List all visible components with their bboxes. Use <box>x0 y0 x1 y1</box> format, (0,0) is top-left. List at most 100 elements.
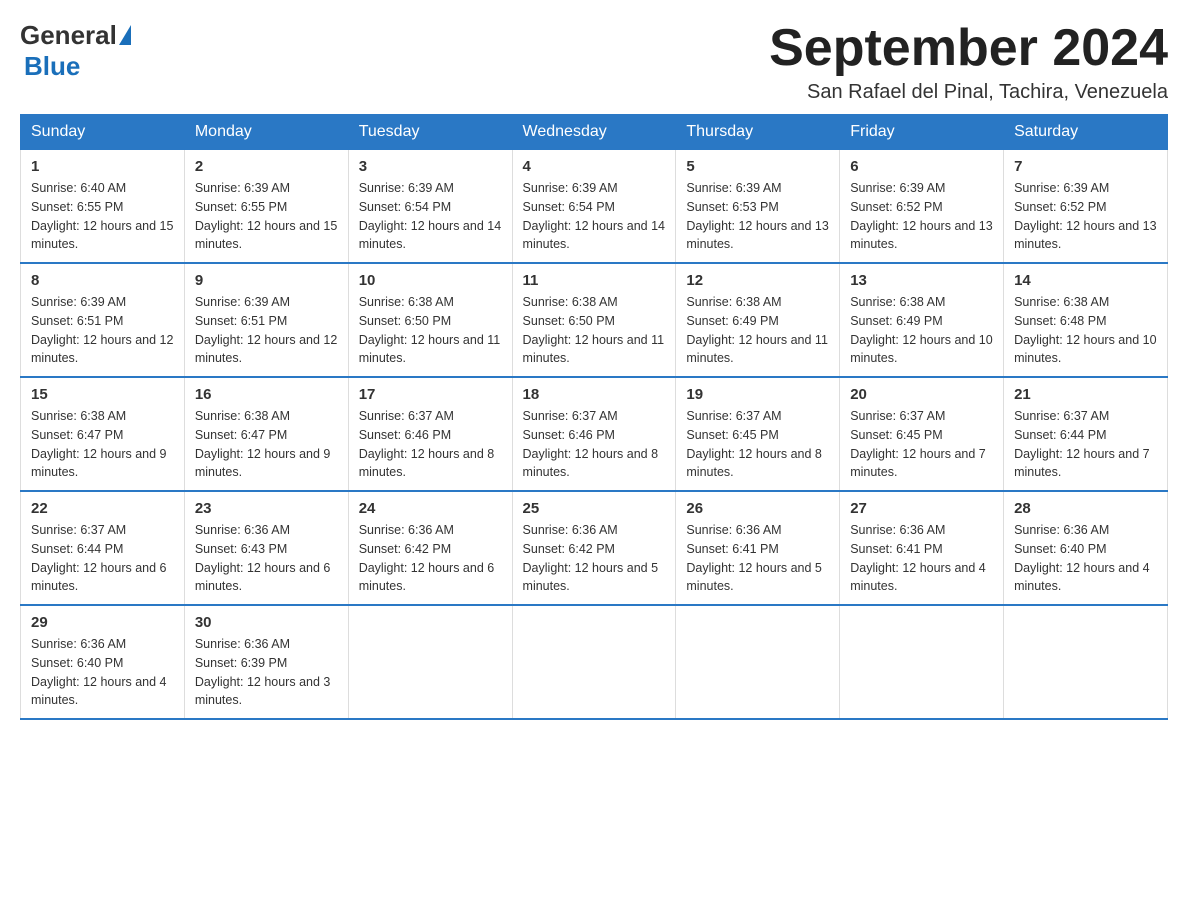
day-info: Sunrise: 6:39 AM Sunset: 6:54 PM Dayligh… <box>523 179 666 254</box>
day-info: Sunrise: 6:38 AM Sunset: 6:49 PM Dayligh… <box>850 293 993 368</box>
day-number: 7 <box>1014 158 1157 175</box>
logo-general: General <box>20 20 117 51</box>
table-row: 5 Sunrise: 6:39 AM Sunset: 6:53 PM Dayli… <box>676 150 840 264</box>
table-row: 18 Sunrise: 6:37 AM Sunset: 6:46 PM Dayl… <box>512 377 676 491</box>
header-wednesday: Wednesday <box>512 115 676 150</box>
day-info: Sunrise: 6:39 AM Sunset: 6:55 PM Dayligh… <box>195 179 338 254</box>
table-row: 13 Sunrise: 6:38 AM Sunset: 6:49 PM Dayl… <box>840 263 1004 377</box>
table-row <box>676 605 840 719</box>
day-info: Sunrise: 6:36 AM Sunset: 6:40 PM Dayligh… <box>31 635 174 710</box>
table-row: 2 Sunrise: 6:39 AM Sunset: 6:55 PM Dayli… <box>184 150 348 264</box>
table-row: 30 Sunrise: 6:36 AM Sunset: 6:39 PM Dayl… <box>184 605 348 719</box>
day-number: 28 <box>1014 500 1157 517</box>
table-row: 24 Sunrise: 6:36 AM Sunset: 6:42 PM Dayl… <box>348 491 512 605</box>
day-info: Sunrise: 6:36 AM Sunset: 6:41 PM Dayligh… <box>850 521 993 596</box>
day-number: 8 <box>31 272 174 289</box>
calendar-week-row: 29 Sunrise: 6:36 AM Sunset: 6:40 PM Dayl… <box>21 605 1168 719</box>
day-number: 16 <box>195 386 338 403</box>
header-friday: Friday <box>840 115 1004 150</box>
calendar-table: Sunday Monday Tuesday Wednesday Thursday… <box>20 114 1168 720</box>
day-number: 27 <box>850 500 993 517</box>
day-info: Sunrise: 6:39 AM Sunset: 6:53 PM Dayligh… <box>686 179 829 254</box>
day-info: Sunrise: 6:37 AM Sunset: 6:45 PM Dayligh… <box>850 407 993 482</box>
day-number: 25 <box>523 500 666 517</box>
header-sunday: Sunday <box>21 115 185 150</box>
day-number: 26 <box>686 500 829 517</box>
calendar-week-row: 22 Sunrise: 6:37 AM Sunset: 6:44 PM Dayl… <box>21 491 1168 605</box>
calendar-week-row: 15 Sunrise: 6:38 AM Sunset: 6:47 PM Dayl… <box>21 377 1168 491</box>
table-row: 4 Sunrise: 6:39 AM Sunset: 6:54 PM Dayli… <box>512 150 676 264</box>
table-row: 23 Sunrise: 6:36 AM Sunset: 6:43 PM Dayl… <box>184 491 348 605</box>
table-row: 15 Sunrise: 6:38 AM Sunset: 6:47 PM Dayl… <box>21 377 185 491</box>
table-row <box>1004 605 1168 719</box>
table-row <box>840 605 1004 719</box>
day-number: 11 <box>523 272 666 289</box>
day-number: 6 <box>850 158 993 175</box>
day-number: 23 <box>195 500 338 517</box>
day-info: Sunrise: 6:38 AM Sunset: 6:47 PM Dayligh… <box>195 407 338 482</box>
day-info: Sunrise: 6:38 AM Sunset: 6:49 PM Dayligh… <box>686 293 829 368</box>
table-row: 29 Sunrise: 6:36 AM Sunset: 6:40 PM Dayl… <box>21 605 185 719</box>
table-row: 9 Sunrise: 6:39 AM Sunset: 6:51 PM Dayli… <box>184 263 348 377</box>
day-info: Sunrise: 6:38 AM Sunset: 6:50 PM Dayligh… <box>523 293 666 368</box>
day-number: 2 <box>195 158 338 175</box>
day-info: Sunrise: 6:37 AM Sunset: 6:45 PM Dayligh… <box>686 407 829 482</box>
table-row: 6 Sunrise: 6:39 AM Sunset: 6:52 PM Dayli… <box>840 150 1004 264</box>
header-tuesday: Tuesday <box>348 115 512 150</box>
day-info: Sunrise: 6:36 AM Sunset: 6:43 PM Dayligh… <box>195 521 338 596</box>
day-info: Sunrise: 6:38 AM Sunset: 6:48 PM Dayligh… <box>1014 293 1157 368</box>
day-info: Sunrise: 6:40 AM Sunset: 6:55 PM Dayligh… <box>31 179 174 254</box>
day-info: Sunrise: 6:36 AM Sunset: 6:42 PM Dayligh… <box>523 521 666 596</box>
day-number: 9 <box>195 272 338 289</box>
day-number: 17 <box>359 386 502 403</box>
table-row: 1 Sunrise: 6:40 AM Sunset: 6:55 PM Dayli… <box>21 150 185 264</box>
day-info: Sunrise: 6:36 AM Sunset: 6:39 PM Dayligh… <box>195 635 338 710</box>
table-row <box>512 605 676 719</box>
day-info: Sunrise: 6:39 AM Sunset: 6:54 PM Dayligh… <box>359 179 502 254</box>
day-number: 1 <box>31 158 174 175</box>
table-row: 10 Sunrise: 6:38 AM Sunset: 6:50 PM Dayl… <box>348 263 512 377</box>
table-row: 11 Sunrise: 6:38 AM Sunset: 6:50 PM Dayl… <box>512 263 676 377</box>
calendar-week-row: 1 Sunrise: 6:40 AM Sunset: 6:55 PM Dayli… <box>21 150 1168 264</box>
day-number: 15 <box>31 386 174 403</box>
table-row: 19 Sunrise: 6:37 AM Sunset: 6:45 PM Dayl… <box>676 377 840 491</box>
page-header: General Blue September 2024 San Rafael d… <box>20 20 1168 104</box>
logo-blue: Blue <box>24 51 80 81</box>
header-saturday: Saturday <box>1004 115 1168 150</box>
header-thursday: Thursday <box>676 115 840 150</box>
day-info: Sunrise: 6:37 AM Sunset: 6:44 PM Dayligh… <box>31 521 174 596</box>
day-number: 19 <box>686 386 829 403</box>
table-row: 28 Sunrise: 6:36 AM Sunset: 6:40 PM Dayl… <box>1004 491 1168 605</box>
day-number: 13 <box>850 272 993 289</box>
day-number: 3 <box>359 158 502 175</box>
day-number: 5 <box>686 158 829 175</box>
day-info: Sunrise: 6:37 AM Sunset: 6:44 PM Dayligh… <box>1014 407 1157 482</box>
day-info: Sunrise: 6:39 AM Sunset: 6:51 PM Dayligh… <box>31 293 174 368</box>
table-row <box>348 605 512 719</box>
day-info: Sunrise: 6:36 AM Sunset: 6:40 PM Dayligh… <box>1014 521 1157 596</box>
table-row: 26 Sunrise: 6:36 AM Sunset: 6:41 PM Dayl… <box>676 491 840 605</box>
day-info: Sunrise: 6:37 AM Sunset: 6:46 PM Dayligh… <box>359 407 502 482</box>
logo-triangle-icon <box>119 25 131 45</box>
day-number: 20 <box>850 386 993 403</box>
day-info: Sunrise: 6:39 AM Sunset: 6:51 PM Dayligh… <box>195 293 338 368</box>
table-row: 21 Sunrise: 6:37 AM Sunset: 6:44 PM Dayl… <box>1004 377 1168 491</box>
table-row: 8 Sunrise: 6:39 AM Sunset: 6:51 PM Dayli… <box>21 263 185 377</box>
day-info: Sunrise: 6:36 AM Sunset: 6:42 PM Dayligh… <box>359 521 502 596</box>
day-number: 10 <box>359 272 502 289</box>
table-row: 16 Sunrise: 6:38 AM Sunset: 6:47 PM Dayl… <box>184 377 348 491</box>
table-row: 7 Sunrise: 6:39 AM Sunset: 6:52 PM Dayli… <box>1004 150 1168 264</box>
day-number: 14 <box>1014 272 1157 289</box>
day-info: Sunrise: 6:38 AM Sunset: 6:47 PM Dayligh… <box>31 407 174 482</box>
day-number: 4 <box>523 158 666 175</box>
day-info: Sunrise: 6:36 AM Sunset: 6:41 PM Dayligh… <box>686 521 829 596</box>
day-info: Sunrise: 6:38 AM Sunset: 6:50 PM Dayligh… <box>359 293 502 368</box>
table-row: 12 Sunrise: 6:38 AM Sunset: 6:49 PM Dayl… <box>676 263 840 377</box>
location-title: San Rafael del Pinal, Tachira, Venezuela <box>769 81 1168 104</box>
day-number: 18 <box>523 386 666 403</box>
day-info: Sunrise: 6:37 AM Sunset: 6:46 PM Dayligh… <box>523 407 666 482</box>
table-row: 25 Sunrise: 6:36 AM Sunset: 6:42 PM Dayl… <box>512 491 676 605</box>
day-number: 21 <box>1014 386 1157 403</box>
table-row: 22 Sunrise: 6:37 AM Sunset: 6:44 PM Dayl… <box>21 491 185 605</box>
table-row: 27 Sunrise: 6:36 AM Sunset: 6:41 PM Dayl… <box>840 491 1004 605</box>
